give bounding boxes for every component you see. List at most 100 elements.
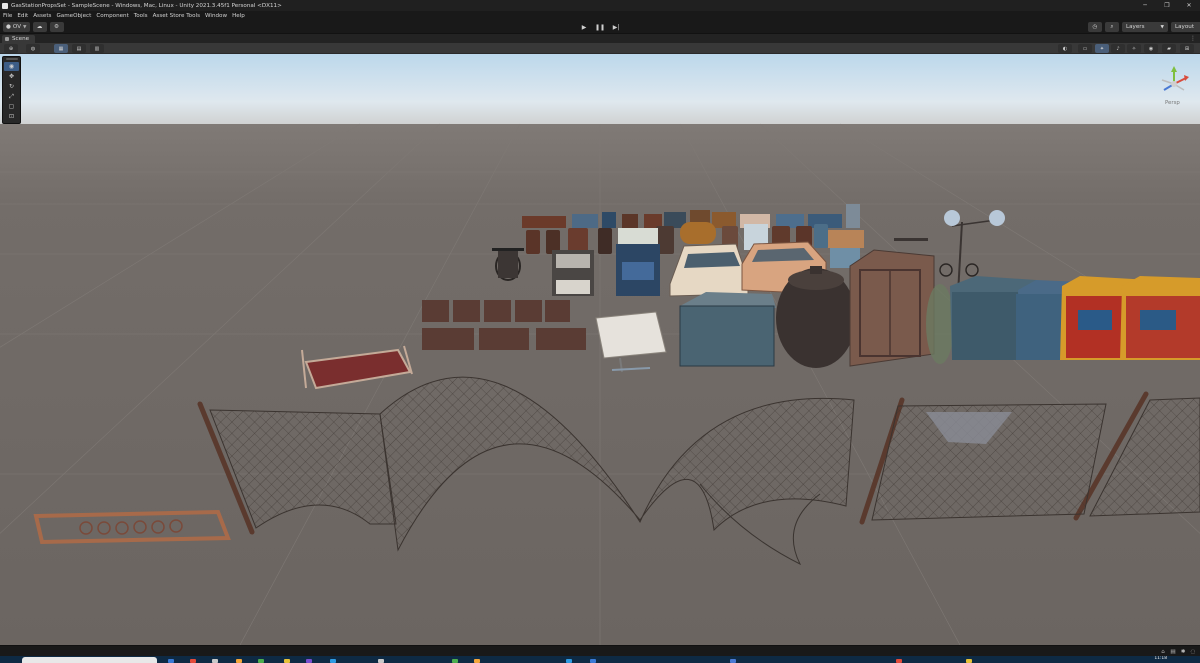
minimize-button[interactable]: ─ [1134,0,1156,11]
rotate-tool-button[interactable]: ↻ [4,82,19,91]
os-taskbar: 11:18 [0,656,1200,663]
2d-icon: ▭ [1082,45,1088,52]
move-tool-button[interactable]: ✥ [4,72,19,81]
menu-help[interactable]: Help [232,13,245,19]
pivot-mode-button[interactable]: ⊕ [4,44,18,53]
cache-icon[interactable]: ▤ [1168,648,1178,655]
overlay-drag-handle[interactable] [5,58,18,60]
snap-icon: ▤ [76,45,82,52]
debug-icon[interactable]: ✱ [1178,648,1188,655]
collab-button[interactable]: ⚙ [49,22,64,32]
app-icon[interactable] [966,659,972,663]
gear-icon: ⚙ [53,24,59,30]
app-icon[interactable] [378,659,384,663]
notification-icon[interactable]: ◌ [1188,648,1198,655]
effects-icon: ✧ [1131,45,1137,52]
app-icon[interactable] [190,659,196,663]
tools-overlay: ◉ ✥ ↻ ⤢ ▢ ⊡ [2,56,21,124]
account-button[interactable]: ● OV ▼ [3,22,30,32]
app-icon[interactable] [168,659,174,663]
app-icon[interactable] [590,659,596,663]
app-icon[interactable] [330,659,336,663]
2d-toggle-button[interactable]: ▭ [1078,44,1092,53]
scene-render [0,54,1200,645]
pause-icon: ❚❚ [595,23,606,31]
gizmo-icon: ⊞ [1184,45,1190,52]
search-button[interactable]: ⌕ [1105,22,1119,32]
audio-toggle-button[interactable]: ♪ [1111,44,1125,53]
app-icon[interactable] [236,659,242,663]
taskbar-clock[interactable]: 11:18 [1154,656,1167,661]
dumpster-prop [679,292,776,367]
app-icon[interactable] [306,659,312,663]
menu-asset-store-tools[interactable]: Asset Store Tools [153,13,200,19]
cloud-button[interactable]: ☁ [32,22,47,32]
play-controls: ▶ ❚❚ ▶| [577,22,624,32]
scale-tool-button[interactable]: ⤢ [4,92,19,101]
menu-component[interactable]: Component [96,13,128,19]
layers-label: Layers [1126,24,1145,30]
rect-tool-button[interactable]: ▢ [4,102,19,111]
hidden-objects-button[interactable]: ◉ [1144,44,1158,53]
projection-label[interactable]: Persp [1165,100,1180,106]
layout-dropdown[interactable]: Layout ▼ [1171,22,1200,32]
effects-toggle-button[interactable]: ✧ [1127,44,1141,53]
transform-tool-button[interactable]: ⊡ [4,112,19,121]
gizmos-button[interactable]: ⊞ [1180,44,1194,53]
grid-snapping-button[interactable]: ▦ [54,44,68,53]
pivot-icon: ⊕ [8,45,14,52]
app-icon[interactable] [566,659,572,663]
vine-prop [926,284,954,364]
user-icon: ● [6,24,11,30]
eye-icon: ◉ [8,63,15,70]
step-icon: ▶| [612,23,620,31]
menu-window[interactable]: Window [205,13,227,19]
menu-tools[interactable]: Tools [134,13,148,19]
draw-mode-button[interactable]: ◐ [1058,44,1072,53]
status-bar: ⌂ ▤ ✱ ◌ [0,645,1200,656]
account-label: OV [12,24,22,30]
pause-button[interactable]: ❚❚ [592,22,608,32]
unity-editor-window: GasStationPropsSet - SampleScene - Windo… [0,0,1200,663]
layers-dropdown[interactable]: Layers ▼ [1122,22,1168,32]
app-icon[interactable] [284,659,290,663]
menu-gameobject[interactable]: GameObject [56,13,91,19]
view-tool-button[interactable]: ◉ [4,62,19,71]
unity-taskbar-icon[interactable] [730,659,736,663]
tab-scene[interactable]: Scene [2,35,36,43]
close-button[interactable]: ✕ [1178,0,1200,11]
play-button[interactable]: ▶ [577,22,591,32]
lighting-toggle-button[interactable]: ✦ [1095,44,1109,53]
cloud-icon: ☁ [36,24,43,30]
speaker-icon: ♪ [1116,45,1120,52]
scene-viewport[interactable] [0,54,1200,645]
scene-view-toolbar: ⊕ ◍ ▦ ▤ ▥ ◐ ▭ ✦ ♪ ✧ ◉ ▰ ⊞ [0,43,1200,54]
grid-visibility-button[interactable]: ▥ [90,44,104,53]
app-icon[interactable] [474,659,480,663]
maximize-button[interactable]: ❐ [1156,0,1178,11]
camera-settings-button[interactable]: ▰ [1162,44,1176,53]
tab-menu-icon[interactable]: ⋮ [1190,35,1196,42]
globe-icon: ◍ [30,45,36,52]
menu-bar: File Edit Assets GameObject Component To… [0,11,1200,20]
menu-edit[interactable]: Edit [17,13,28,19]
grid-toggle-icon: ▥ [94,45,100,52]
step-button[interactable]: ▶| [609,22,623,32]
grid-icon: ▦ [58,45,64,52]
history-button[interactable]: ◷ [1088,22,1102,32]
app-icon[interactable] [896,659,902,663]
increment-snap-button[interactable]: ▤ [72,44,86,53]
app-icon[interactable] [258,659,264,663]
progress-icon[interactable]: ⌂ [1158,648,1168,655]
global-local-button[interactable]: ◍ [26,44,40,53]
app-icon[interactable] [212,659,218,663]
app-icon[interactable] [452,659,458,663]
taskbar-search-box[interactable] [22,657,157,663]
history-icon: ◷ [1092,24,1098,30]
main-toolbar: ● OV ▼ ☁ ⚙ ▶ ❚❚ ▶| ◷ ⌕ Layers ▼ Layout [0,20,1200,34]
menu-assets[interactable]: Assets [33,13,51,19]
menu-file[interactable]: File [3,13,12,19]
search-icon: ⌕ [1110,23,1114,30]
play-icon: ▶ [581,23,587,31]
right-toolbar-group: ◷ ⌕ Layers ▼ Layout ▼ [1088,22,1200,32]
